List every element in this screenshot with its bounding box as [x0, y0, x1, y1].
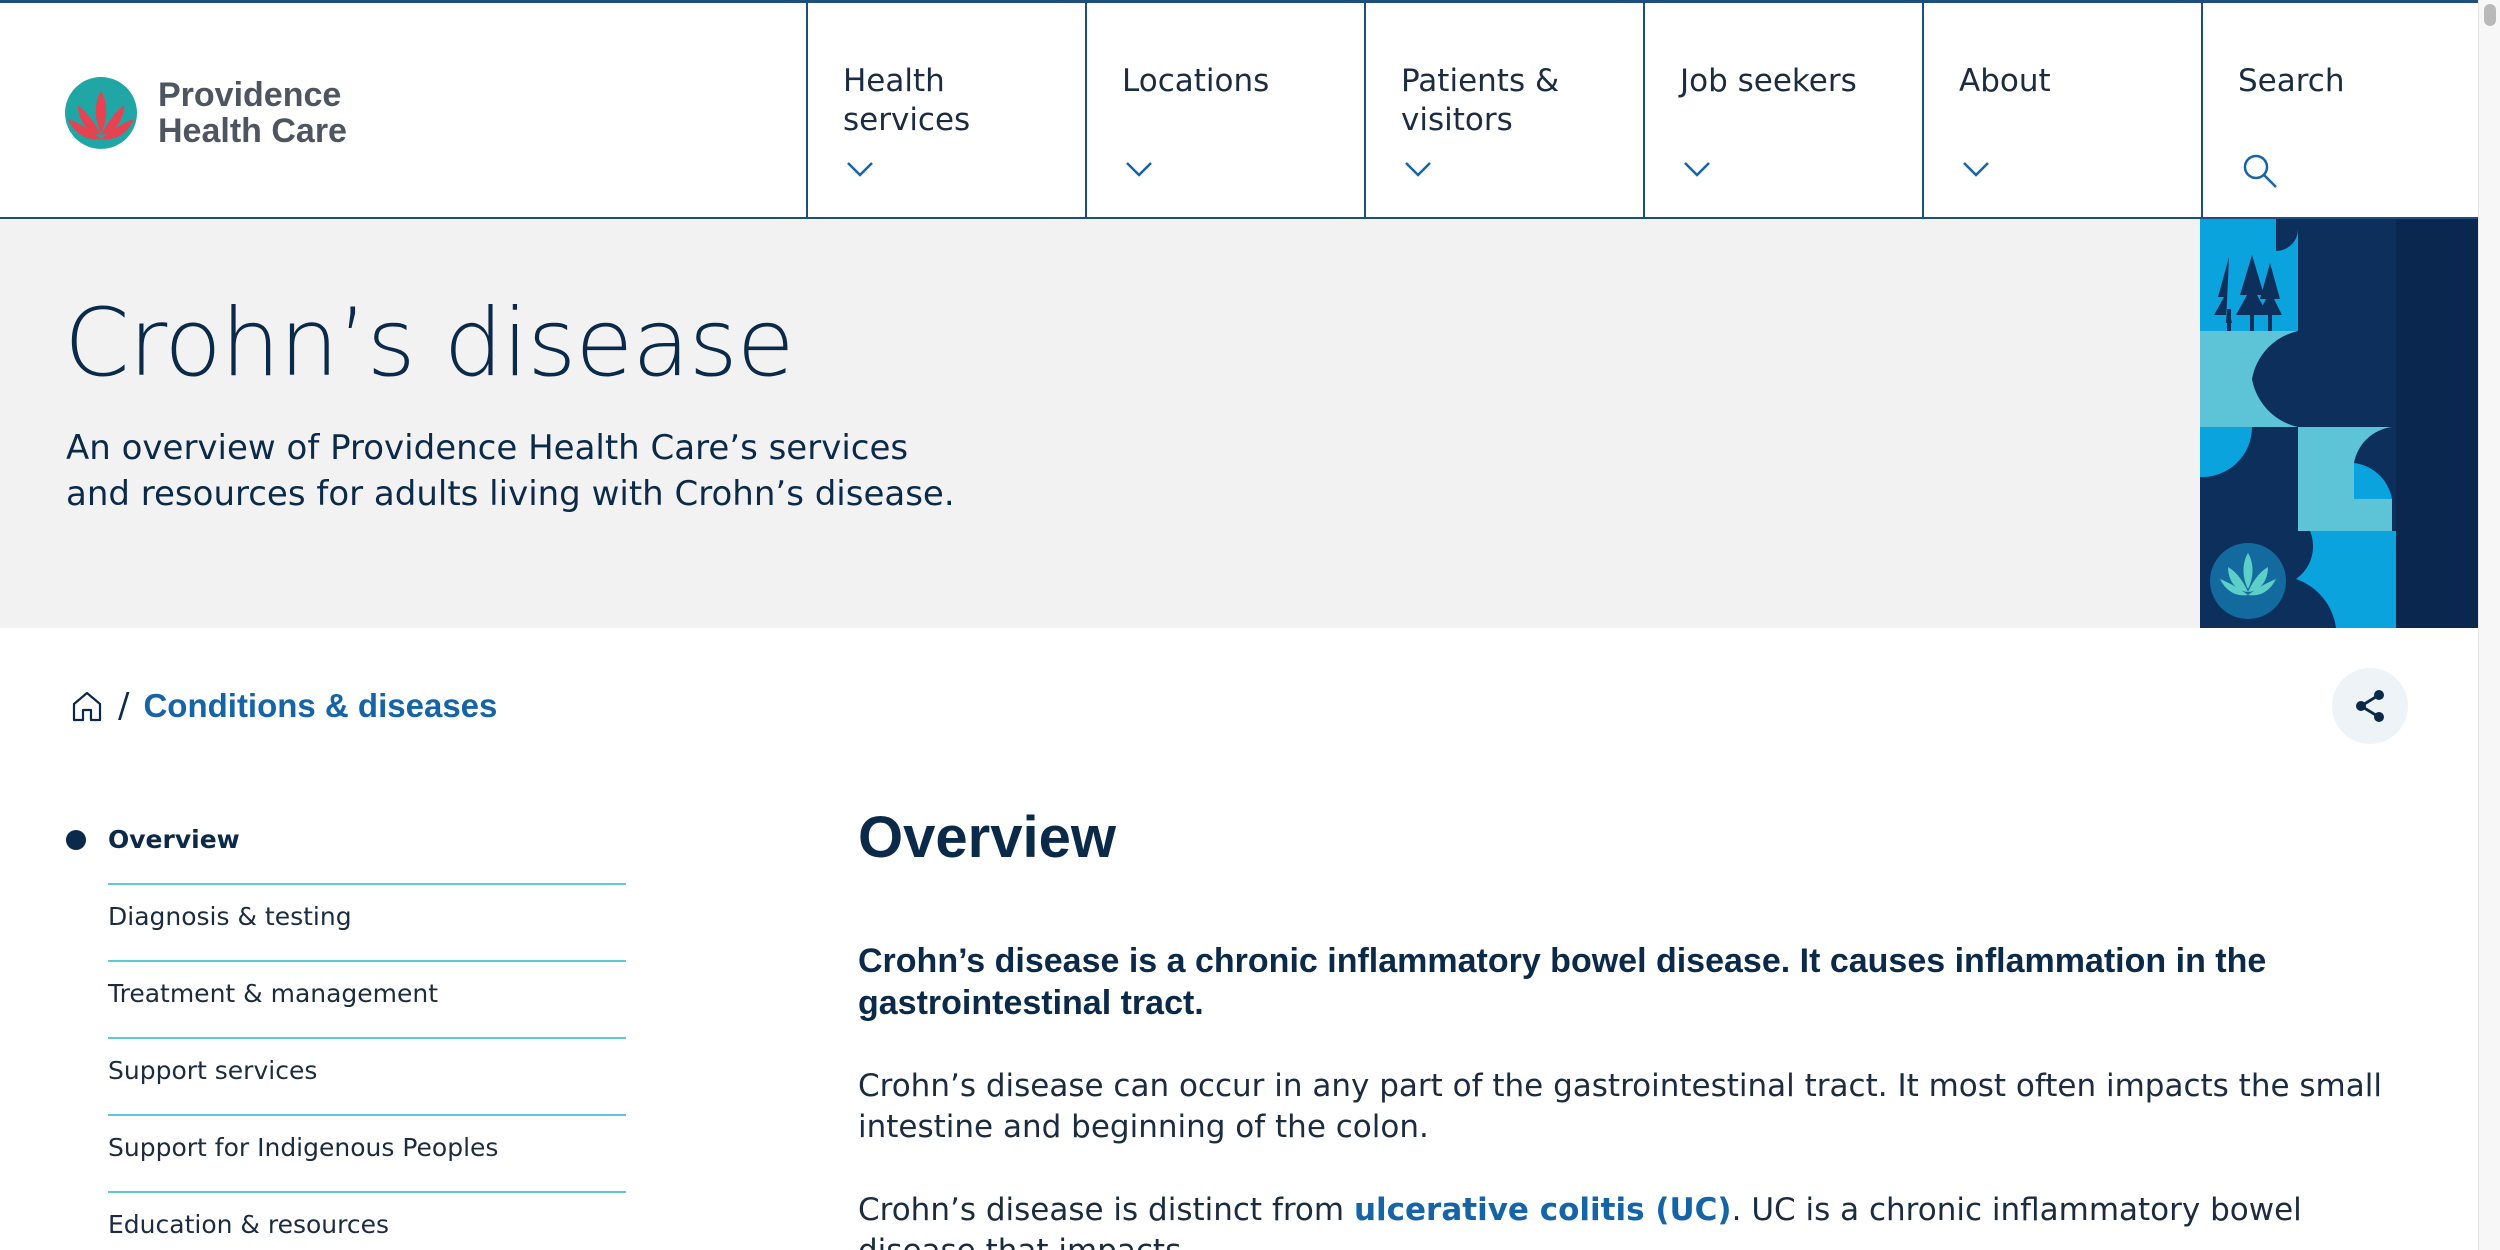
side-nav-item-label: Support services — [108, 1056, 318, 1085]
side-nav-item-diagnosis-testing[interactable]: Diagnosis & testing — [64, 885, 626, 962]
page-title: Crohn’s disease — [64, 289, 795, 398]
logo-line-1: Providence — [158, 76, 342, 114]
nav-item-label: About — [1959, 63, 2051, 99]
nav-item-about[interactable]: About — [1922, 0, 2201, 219]
nav-item-label: Health services — [843, 63, 971, 138]
breadcrumb-separator: / — [118, 686, 130, 726]
nav-item-search[interactable]: Search — [2201, 0, 2480, 219]
main-content: Overview Crohn’s disease is a chronic in… — [858, 800, 2418, 1250]
hero-decorative-art — [2200, 219, 2478, 628]
share-icon — [2356, 690, 2384, 722]
page-subtitle: An overview of Providence Health Care’s … — [66, 428, 955, 514]
side-nav-item-treatment-management[interactable]: Treatment & management — [64, 962, 626, 1039]
site-logo[interactable]: Providence Health Care — [64, 75, 347, 151]
side-nav-item-support-services[interactable]: Support services — [64, 1039, 626, 1116]
logo-wordmark: Providence Health Care — [158, 77, 347, 149]
paragraph-text: Crohn’s disease is distinct from — [858, 1192, 1354, 1228]
nav-item-label: Locations — [1122, 63, 1270, 99]
nav-item-label: Patients & visitors — [1401, 63, 1560, 138]
page-scrollbar[interactable] — [2478, 0, 2500, 1250]
nav-item-label: Job seekers — [1680, 63, 1857, 99]
hero-banner: Crohn’s disease An overview of Providenc… — [0, 219, 2200, 628]
main-nav: Health services Locations Patients & vis… — [806, 0, 2480, 219]
logo-line-2: Health Care — [158, 112, 347, 150]
side-nav-item-label: Diagnosis & testing — [108, 902, 352, 931]
nav-item-locations[interactable]: Locations — [1085, 0, 1364, 219]
side-nav-item-label: Education & resources — [108, 1210, 390, 1239]
chevron-down-icon — [1405, 162, 1431, 177]
side-nav-item-label: Overview — [108, 825, 240, 854]
side-nav-item-overview[interactable]: Overview — [64, 808, 626, 885]
nav-item-label: Search — [2238, 63, 2345, 99]
side-nav-item-education-resources[interactable]: Education & resources — [64, 1193, 626, 1250]
nav-item-health-services[interactable]: Health services — [806, 0, 1085, 219]
breadcrumb: / Conditions & diseases — [70, 686, 497, 726]
chevron-down-icon — [1684, 162, 1710, 177]
site-header: Providence Health Care Health services L… — [0, 0, 2478, 219]
chevron-down-icon — [1126, 162, 1152, 177]
home-icon[interactable] — [70, 689, 104, 723]
nav-item-job-seekers[interactable]: Job seekers — [1643, 0, 1922, 219]
ulcerative-colitis-link[interactable]: ulcerative colitis (UC) — [1354, 1192, 1732, 1228]
body-paragraph: Crohn’s disease can occur in any part of… — [858, 1068, 2382, 1145]
side-nav-item-indigenous-support[interactable]: Support for Indigenous Peoples — [64, 1116, 626, 1193]
nav-item-patients-visitors[interactable]: Patients & visitors — [1364, 0, 1643, 219]
side-nav-item-label: Support for Indigenous Peoples — [108, 1133, 499, 1162]
scrollbar-thumb[interactable] — [2484, 4, 2496, 26]
lead-paragraph: Crohn’s disease is a chronic inflammator… — [858, 942, 2267, 1022]
section-heading: Overview — [858, 805, 1116, 870]
search-icon — [2243, 154, 2277, 188]
share-button[interactable] — [2332, 668, 2408, 744]
body-paragraph: Crohn’s disease is distinct from ulcerat… — [858, 1190, 2418, 1250]
active-indicator-dot — [66, 830, 86, 850]
breadcrumb-link-conditions[interactable]: Conditions & diseases — [143, 687, 497, 725]
side-nav-item-label: Treatment & management — [108, 979, 439, 1008]
chevron-down-icon — [847, 162, 873, 177]
decorative-pattern-icon — [2200, 219, 2478, 628]
section-side-nav: Overview Diagnosis & testing Treatment &… — [64, 808, 626, 1250]
lotus-icon — [65, 77, 137, 149]
chevron-down-icon — [1963, 162, 1989, 177]
